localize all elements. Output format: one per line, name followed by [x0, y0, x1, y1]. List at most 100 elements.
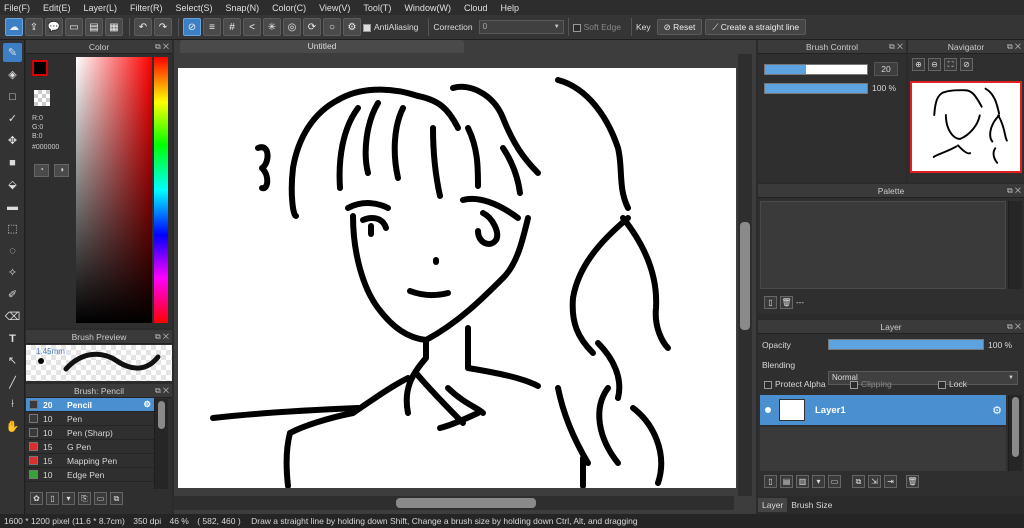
panel-controls-icon[interactable]: ⧉ ✕ — [155, 40, 169, 54]
menu-window[interactable]: Window(W) — [404, 3, 451, 13]
scrollbar-thumb[interactable] — [396, 498, 536, 508]
cloud-icon[interactable]: ☁ — [5, 18, 23, 36]
undo-icon[interactable]: ↶ — [134, 18, 152, 36]
new-halftone-layer-icon[interactable]: ▤ — [780, 475, 793, 488]
panel-controls-icon[interactable]: ⧉ ✕ — [155, 330, 169, 344]
menu-cloud[interactable]: Cloud — [464, 3, 488, 13]
move-tool-icon[interactable]: ✥ — [3, 131, 22, 150]
eraser-tool-icon[interactable]: ◈ — [3, 65, 22, 84]
scrollbar-thumb[interactable] — [740, 222, 750, 330]
correction-pen-icon[interactable]: ✓ — [3, 109, 22, 128]
menu-snap[interactable]: Snap(N) — [226, 3, 260, 13]
scrollbar-thumb[interactable] — [158, 401, 165, 429]
tab-untitled[interactable]: Untitled — [180, 40, 464, 53]
tab-brush-size[interactable]: Brush Size — [787, 498, 836, 512]
new-8bit-layer-icon[interactable]: ▥ — [796, 475, 809, 488]
saturation-value-picker[interactable] — [76, 57, 152, 323]
menu-file[interactable]: File(F) — [4, 3, 30, 13]
gradient-tool-icon[interactable]: ▬ — [3, 197, 22, 216]
color-sliders-icon[interactable]: ◑ — [54, 164, 69, 177]
perspective-snap-icon[interactable]: < — [243, 18, 261, 36]
menu-view[interactable]: View(V) — [319, 3, 350, 13]
menu-edit[interactable]: Edit(E) — [43, 3, 71, 13]
drawing-canvas[interactable] — [178, 68, 736, 488]
zoom-out-icon[interactable]: ⊖ — [928, 58, 941, 71]
duplicate-layer-icon[interactable]: ⧉ — [852, 475, 865, 488]
palette-scrollbar[interactable] — [1008, 201, 1022, 289]
new-brush-icon[interactable]: ▯ — [46, 492, 59, 505]
hue-slider[interactable] — [154, 57, 168, 323]
snap-off-icon[interactable]: ⊘ — [183, 18, 201, 36]
layer-scrollbar[interactable] — [1008, 395, 1022, 471]
antialiasing-checkbox[interactable]: AntiAliasing — [363, 22, 418, 32]
duplicate-icon[interactable]: ⧉ — [110, 492, 123, 505]
lasso-tool-icon[interactable]: ◌ — [3, 241, 22, 260]
fit-screen-icon[interactable]: ⛶ — [944, 58, 957, 71]
document-icon[interactable]: ▤ — [85, 18, 103, 36]
menu-color[interactable]: Color(C) — [272, 3, 306, 13]
menu-tool[interactable]: Tool(T) — [363, 3, 391, 13]
canvas-icon[interactable]: ▭ — [65, 18, 83, 36]
straight-line-button[interactable]: ⟋ Create a straight line — [705, 19, 807, 35]
menu-select[interactable]: Select(S) — [176, 3, 213, 13]
layer-opacity-slider[interactable] — [828, 339, 984, 350]
select-eraser-icon[interactable]: ⌫ — [3, 307, 22, 326]
folder-icon[interactable]: ▭ — [94, 492, 107, 505]
delete-palette-icon[interactable]: 🗑 — [780, 296, 793, 309]
brush-size-value[interactable]: 20 — [874, 62, 898, 76]
add-brush-icon[interactable]: ▾ — [62, 492, 75, 505]
hand-tool-icon[interactable]: ✋ — [3, 417, 22, 436]
brush-settings-icon[interactable]: ✿ — [30, 492, 43, 505]
layer-row[interactable]: Layer1 ⚙ — [760, 395, 1006, 425]
curve-snap-icon[interactable]: ⟳ — [303, 18, 321, 36]
brush-item-g-pen[interactable]: 15 G Pen — [26, 440, 154, 454]
brush-item-pencil[interactable]: 20 Pencil ⚙ — [26, 398, 154, 412]
brush-opacity-slider[interactable] — [764, 83, 868, 94]
panel-controls-icon[interactable]: ⧉ ✕ — [155, 384, 169, 398]
navigator-preview[interactable] — [910, 81, 1022, 173]
new-palette-icon[interactable]: ▯ — [764, 296, 777, 309]
panel-controls-icon[interactable]: ⧉ ✕ — [889, 40, 903, 54]
select-rect-icon[interactable]: ⬚ — [3, 219, 22, 238]
magic-wand-icon[interactable]: ✧ — [3, 263, 22, 282]
parallel-snap-icon[interactable]: ≡ — [203, 18, 221, 36]
zoom-reset-icon[interactable]: ⊘ — [960, 58, 973, 71]
redo-icon[interactable]: ↷ — [154, 18, 172, 36]
brush-copy-icon[interactable]: ⎘ — [78, 492, 91, 505]
gear-icon[interactable]: ⚙ — [143, 399, 151, 410]
transparent-color-swatch[interactable] — [34, 90, 50, 106]
menu-filter[interactable]: Filter(R) — [130, 3, 163, 13]
canvas-vertical-scrollbar[interactable] — [738, 54, 752, 496]
layer-folder-icon[interactable]: ▭ — [828, 475, 841, 488]
delete-layer-icon[interactable]: 🗑 — [906, 475, 919, 488]
operation-tool-icon[interactable]: ↖ — [3, 351, 22, 370]
rect-tool-icon[interactable]: □ — [3, 87, 22, 106]
circle-snap-icon[interactable]: ○ — [323, 18, 341, 36]
share-icon[interactable]: ⇪ — [25, 18, 43, 36]
primary-color-swatch[interactable] — [32, 60, 48, 76]
color-wheel-icon[interactable]: ◔ — [34, 164, 49, 177]
lock-checkbox[interactable]: Lock — [938, 379, 967, 389]
grid-snap-icon[interactable]: # — [223, 18, 241, 36]
brush-size-slider[interactable] — [764, 64, 868, 75]
eyedropper-icon[interactable]: ⟊ — [3, 395, 22, 414]
brush-tool-icon[interactable]: ✎ — [3, 43, 22, 62]
concentric-snap-icon[interactable]: ◎ — [283, 18, 301, 36]
brush-item-pen-sharp[interactable]: 10 Pen (Sharp) — [26, 426, 154, 440]
brush-item-edge-pen[interactable]: 10 Edge Pen — [26, 468, 154, 482]
palette-swatch-area[interactable] — [760, 201, 1006, 289]
panel-controls-icon[interactable]: ⧉ ✕ — [1007, 40, 1021, 54]
select-pen-icon[interactable]: ✐ — [3, 285, 22, 304]
text-tool-icon[interactable]: T — [3, 329, 22, 348]
clipping-checkbox[interactable]: Clipping — [850, 379, 892, 389]
gear-icon[interactable]: ⚙ — [992, 404, 1002, 417]
brush-list-scrollbar[interactable] — [154, 399, 168, 489]
panel-controls-icon[interactable]: ⧉ ✕ — [1007, 320, 1021, 334]
transfer-layer-icon[interactable]: ⇥ — [884, 475, 897, 488]
grid-view-icon[interactable]: ▦ — [105, 18, 123, 36]
merge-layer-icon[interactable]: ⇲ — [868, 475, 881, 488]
protect-alpha-checkbox[interactable]: Protect Alpha — [764, 379, 826, 389]
brush-item-pen[interactable]: 10 Pen — [26, 412, 154, 426]
reset-button[interactable]: ⊘ Reset — [656, 19, 703, 35]
brush-item-mapping-pen[interactable]: 15 Mapping Pen — [26, 454, 154, 468]
